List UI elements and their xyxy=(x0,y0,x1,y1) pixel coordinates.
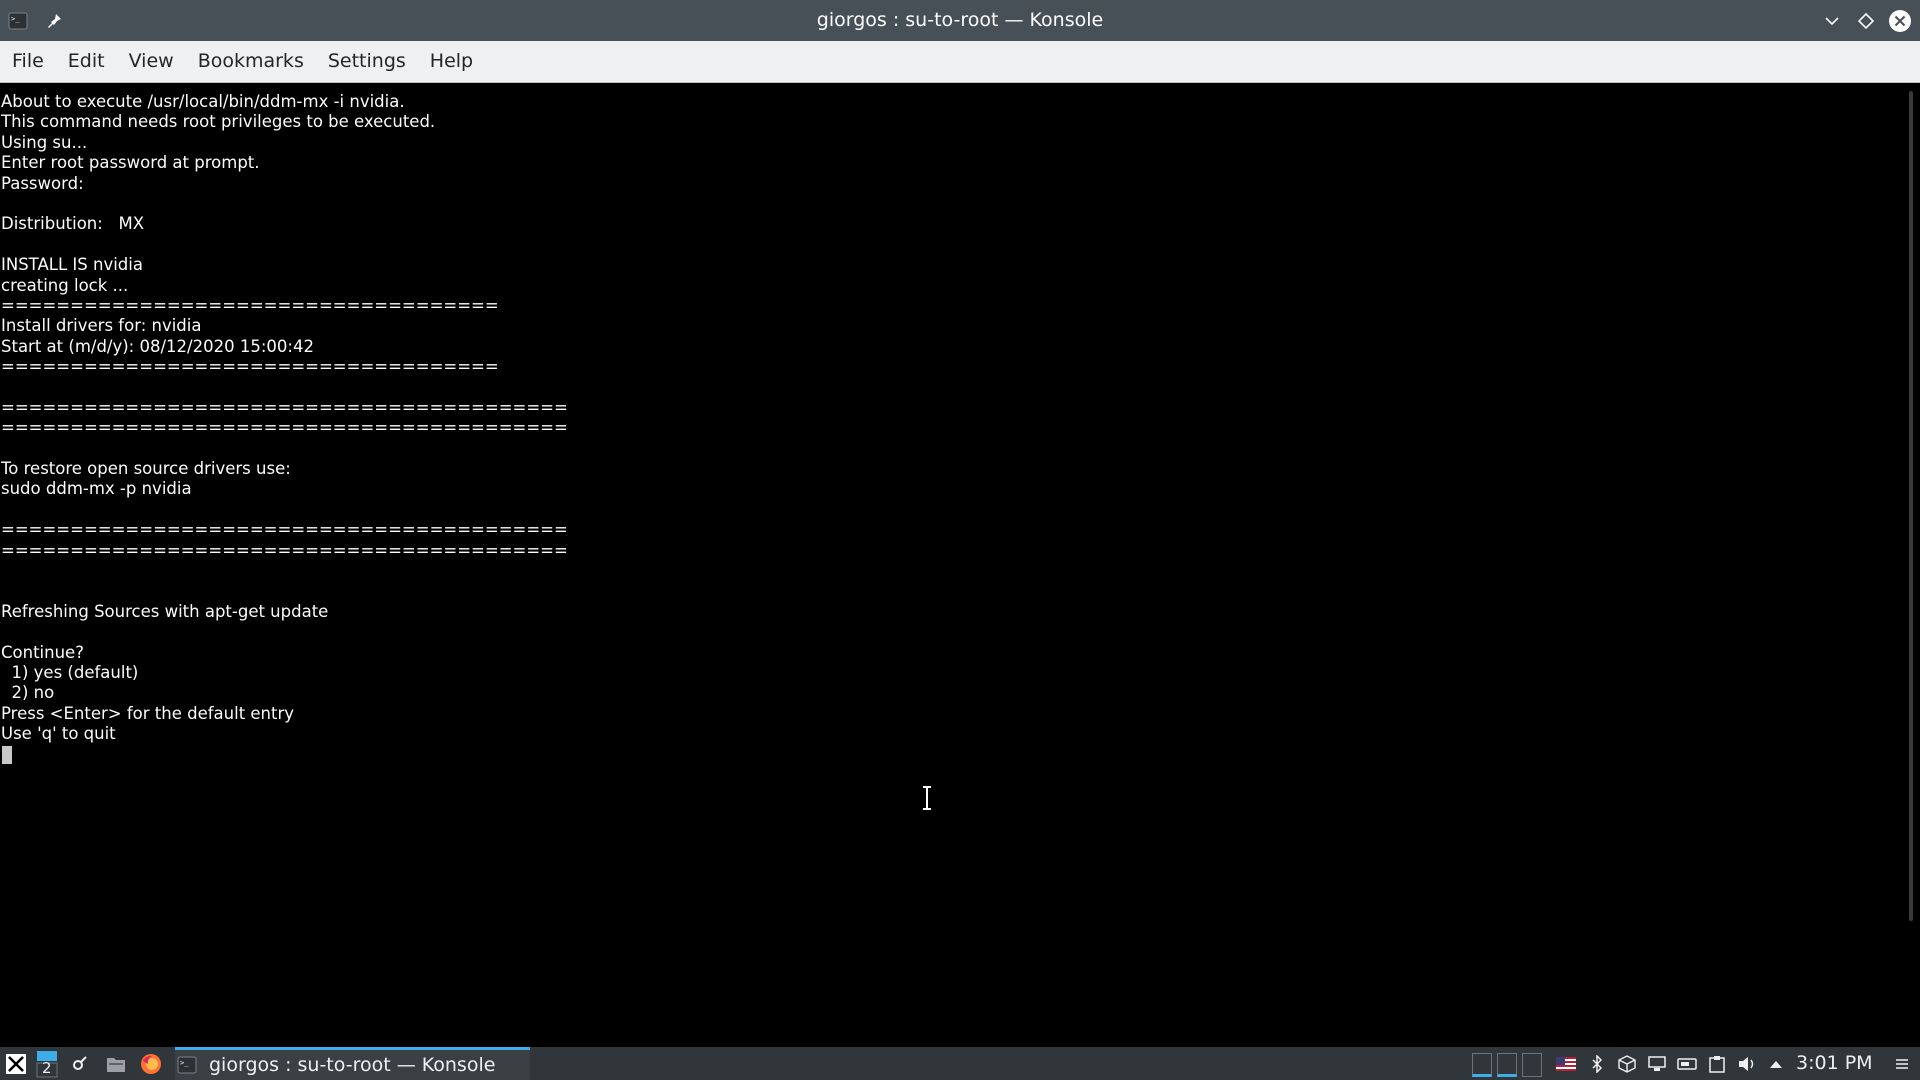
close-icon[interactable] xyxy=(1888,9,1912,33)
menu-file[interactable]: File xyxy=(0,41,56,82)
scrollbar-thumb[interactable] xyxy=(1909,91,1913,921)
terminal-line: To restore open source drivers use: xyxy=(1,459,291,479)
app-launcher-icon[interactable] xyxy=(2,1047,30,1080)
terminal-cursor-line xyxy=(0,745,1906,765)
desktop-number: 2 xyxy=(42,1059,52,1077)
terminal-line: Using su... xyxy=(1,132,88,152)
firefox-icon[interactable] xyxy=(137,1047,165,1080)
virtual-desktop-pager[interactable]: 2 xyxy=(34,1047,60,1080)
taskbar: 2 >_ giorgos : su-to-root — Konsole 3:01… xyxy=(0,1047,1920,1080)
terminal-line: Distribution: MX xyxy=(1,214,145,234)
pager-desktop-2[interactable] xyxy=(1497,1053,1517,1077)
us-flag-keyboard-layout-icon[interactable] xyxy=(1554,1047,1578,1080)
package-updates-icon[interactable] xyxy=(1614,1047,1640,1080)
terminal-line: Password: xyxy=(1,173,84,193)
terminal-line: sudo ddm-mx -p nvidia xyxy=(1,479,192,499)
settings-tools-icon[interactable] xyxy=(66,1047,94,1080)
terminal-line: creating lock ... xyxy=(1,275,129,295)
terminal-line: Use 'q' to quit xyxy=(1,724,116,744)
window-titlebar[interactable]: >_ giorgos : su-to-root — Konsole xyxy=(0,0,1920,41)
terminal-line: Enter root password at prompt. xyxy=(1,153,260,173)
maximize-diamond-icon[interactable] xyxy=(1854,9,1878,33)
terminal-line: This command needs root privileges to be… xyxy=(1,112,436,132)
menu-bar: File Edit View Bookmarks Settings Help xyxy=(0,41,1920,83)
terminal-line: About to execute /usr/local/bin/ddm-mx -… xyxy=(1,92,405,111)
text-cursor xyxy=(2,746,12,764)
terminal-line: ========================================… xyxy=(1,520,568,540)
mouse-ibeam-cursor-icon xyxy=(922,786,932,810)
terminal-output[interactable]: About to execute /usr/local/bin/ddm-mx -… xyxy=(0,83,1906,1047)
pager-desktop-3[interactable] xyxy=(1522,1053,1542,1077)
menu-settings[interactable]: Settings xyxy=(316,41,418,82)
task-label: giorgos : su-to-root — Konsole xyxy=(209,1054,496,1076)
svg-text:>_: >_ xyxy=(180,1059,189,1067)
file-manager-icon[interactable] xyxy=(102,1047,130,1080)
menu-help[interactable]: Help xyxy=(418,41,485,82)
network-icon[interactable] xyxy=(1644,1047,1670,1080)
terminal-line: ========================================… xyxy=(1,397,568,417)
bluetooth-icon[interactable] xyxy=(1586,1047,1608,1080)
terminal-line: Continue? xyxy=(1,642,84,662)
clipboard-icon[interactable] xyxy=(1704,1047,1730,1080)
terminal-line: 1) yes (default) xyxy=(1,662,139,682)
terminal-line: 2) no xyxy=(1,683,55,703)
terminal-scrollbar[interactable] xyxy=(1906,83,1920,1047)
show-hidden-icons-arrow-icon[interactable] xyxy=(1764,1047,1788,1080)
volume-icon[interactable] xyxy=(1734,1047,1760,1080)
terminal-line: INSTALL IS nvidia xyxy=(1,255,143,275)
menu-bookmarks[interactable]: Bookmarks xyxy=(186,41,316,82)
menu-edit[interactable]: Edit xyxy=(56,41,117,82)
terminal-line: Press <Enter> for the default entry xyxy=(1,703,295,723)
panel-menu-icon[interactable] xyxy=(1890,1047,1914,1080)
menu-view[interactable]: View xyxy=(117,41,186,82)
device-notifier-icon[interactable] xyxy=(1674,1047,1700,1080)
terminal-line: ========================================… xyxy=(1,418,568,438)
terminal-line: ========================================… xyxy=(1,540,568,560)
konsole-task-icon: >_ xyxy=(177,1056,197,1074)
terminal-line: ==================================== xyxy=(1,295,499,315)
minimize-chevron-icon[interactable] xyxy=(1820,9,1844,33)
pager-desktop-1[interactable] xyxy=(1472,1053,1492,1077)
digital-clock[interactable]: 3:01 PM xyxy=(1796,1047,1873,1080)
window-title: giorgos : su-to-root — Konsole xyxy=(816,9,1104,31)
terminal-line: Install drivers for: nvidia xyxy=(1,316,202,336)
terminal-line: Start at (m/d/y): 08/12/2020 15:00:42 xyxy=(1,336,314,356)
terminal-line: Refreshing Sources with apt-get update xyxy=(1,601,329,621)
terminal-line: ==================================== xyxy=(1,357,499,377)
taskbar-task-konsole[interactable]: >_ giorgos : su-to-root — Konsole xyxy=(175,1047,530,1080)
